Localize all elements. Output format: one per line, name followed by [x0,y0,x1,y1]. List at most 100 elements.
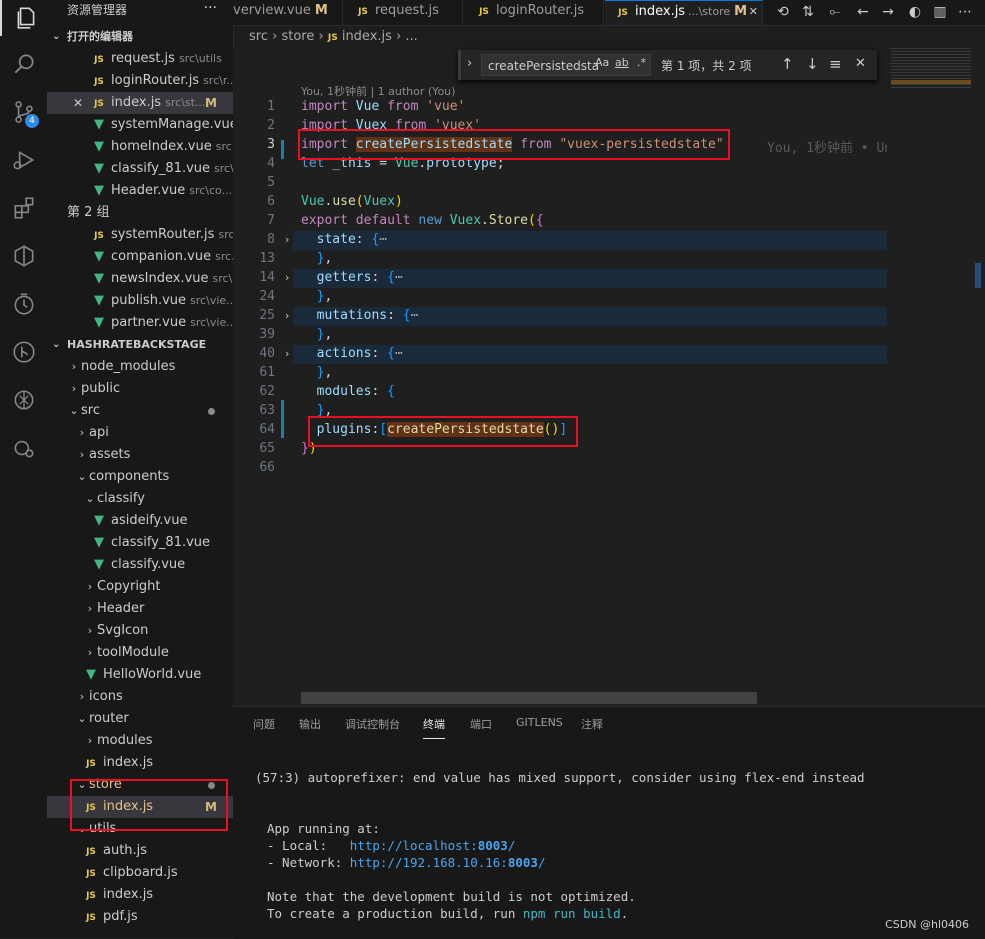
panel-tab[interactable]: 调试控制台 [345,716,400,738]
extensions-icon[interactable] [0,190,47,226]
line-number: 24 [259,289,275,304]
network-url-prefix: http://192.168.10.16: [349,855,508,870]
open-editor-item[interactable]: JS systemRouter.jssrc... [47,224,233,246]
line-number: 40 [259,346,275,361]
tab-loginrouter[interactable]: JS loginRouter.js [464,0,604,25]
open-changes-icon[interactable]: ⟜ [825,2,845,22]
regex-icon[interactable]: .* [637,56,646,69]
open-editor-item[interactable]: ▼ Header.vue src\co... [47,180,233,202]
panel-tab[interactable]: 问题 [253,716,275,738]
close-tab-icon[interactable]: ✕ [749,1,758,23]
tree-item[interactable]: JS clipboard.js [47,862,233,884]
source-control-icon[interactable]: 4 [0,94,47,130]
search-icon[interactable] [0,46,47,82]
tree-item[interactable]: › modules [47,730,233,752]
tab-request[interactable]: JS request.js [343,0,463,25]
open-editor-item[interactable]: JS loginRouter.js src\r... [47,70,233,92]
split-editor-icon[interactable]: ▥ [930,2,950,22]
open-editor-item[interactable]: ▼ homeIndex.vuesrc... [47,136,233,158]
open-editor-item[interactable]: ▼ publish.vue src\vie... [47,290,233,312]
minimap[interactable] [887,48,985,706]
tree-item[interactable]: ▼ HelloWorld.vue [47,664,233,686]
panel-tab[interactable]: 输出 [299,716,321,738]
tab-index-store[interactable]: JS index.js ...\store M ✕ [605,0,763,25]
file-path: src\... [212,272,234,285]
open-editor-item[interactable]: JS request.js src\utils [47,48,233,70]
editor-group-2-label: 第 2 组 [47,202,233,224]
gitlens-icon[interactable] [0,334,47,370]
horizontal-scrollbar[interactable] [301,692,757,704]
breadcrumb-store[interactable]: store [281,29,314,44]
fold-chevron-icon[interactable]: › [285,347,289,360]
docker-icon[interactable] [0,430,47,466]
local-url-link[interactable]: http://localhost:8003/ [350,838,516,853]
panel-tab[interactable]: 注释 [581,716,603,738]
find-in-selection-icon[interactable]: ≡ [829,55,842,73]
panel-tab[interactable]: 端口 [470,716,492,738]
close-find-icon[interactable]: ✕ [855,56,866,71]
tree-item[interactable]: ⌄ classify [47,488,233,510]
next-match-icon[interactable]: ↓ [806,55,819,73]
openai-icon[interactable] [0,382,47,418]
open-editor-item[interactable]: ▼ newsIndex.vuesrc\... [47,268,233,290]
previous-change-icon[interactable]: ← [853,2,873,22]
tree-item[interactable]: ⌄ components [47,466,233,488]
breadcrumb-file[interactable]: index.js [342,29,392,44]
run-debug-icon[interactable] [0,142,47,178]
open-editor-item[interactable]: ▼ companion.vuesrc... [47,246,233,268]
tree-item[interactable]: › Header [47,598,233,620]
code-editor[interactable]: You, 1秒钟前 | 1 author (You) 1 2 3 4 5 6 7 8 13 14 2… [233,48,985,706]
open-editor-item[interactable]: ✕ JS index.js src\st... M [47,92,233,114]
timeline-icon[interactable] [0,286,47,322]
match-case-icon[interactable]: Aa [595,56,609,69]
network-url-link[interactable]: http://192.168.10.16:8003/ [350,855,546,870]
tree-item[interactable]: ⌄ router [47,708,233,730]
breadcrumb-src[interactable]: src [249,29,268,44]
tree-item[interactable]: › api [47,422,233,444]
tree-item-name: Header [97,601,145,616]
blame-header[interactable]: You, 1秒钟前 | 1 author (You) [301,83,455,99]
panel-tab[interactable]: 终端 [423,716,445,739]
open-editor-item[interactable]: ▼ systemManage.vue... [47,114,233,136]
whole-word-icon[interactable]: ab [615,56,629,69]
close-editor-icon[interactable]: ✕ [73,92,83,114]
timeline-history-icon[interactable]: ⟲ [773,2,793,22]
fold-chevron-icon[interactable]: › [285,309,289,322]
tree-item[interactable]: ▼ classify.vue [47,554,233,576]
line-number: 14 [259,270,275,285]
tab-overview[interactable]: verview.vue M [233,0,343,25]
tree-item[interactable]: › icons [47,686,233,708]
next-change-icon[interactable]: → [878,2,898,22]
more-actions-icon[interactable]: ⋯ [955,2,975,22]
breadcrumb-symbol[interactable]: ... [405,29,417,44]
tree-item[interactable]: ▼ asideify.vue [47,510,233,532]
remote-explorer-icon[interactable] [0,238,47,274]
tree-item[interactable]: › public [47,378,233,400]
previous-match-icon[interactable]: ↑ [781,55,794,73]
tree-item[interactable]: › assets [47,444,233,466]
line-number: 39 [259,327,275,342]
toggle-replace-chevron-icon[interactable]: › [467,56,472,71]
open-editors-section[interactable]: ⌄ 打开的编辑器 [47,26,233,48]
tree-item[interactable]: JS auth.js [47,840,233,862]
tree-item[interactable]: › Copyright [47,576,233,598]
gitlens-inspect-icon[interactable]: ◐ [905,2,925,22]
tree-item[interactable]: › node_modules [47,356,233,378]
tree-item[interactable]: ▼ classify_81.vue [47,532,233,554]
tree-item[interactable]: › toolModule [47,642,233,664]
more-actions-icon[interactable]: ··· [204,0,217,18]
tree-item[interactable]: ⌄ src [47,400,233,422]
tree-item[interactable]: JS index.js [47,884,233,906]
project-section[interactable]: ⌄ HASHRATEBACKSTAGE [47,334,233,356]
tree-item[interactable]: › SvgIcon [47,620,233,642]
tree-item[interactable]: JS index.js [47,752,233,774]
explorer-icon[interactable] [0,0,49,36]
fold-chevron-icon[interactable]: › [285,271,289,284]
compare-changes-icon[interactable]: ⇅ [798,2,818,22]
open-editor-item[interactable]: ▼ partner.vue src\vie... [47,312,233,334]
chevron-down-icon: ⌄ [52,31,61,42]
fold-chevron-icon[interactable]: › [285,233,289,246]
tree-item[interactable]: JS pdf.js [47,906,233,928]
panel-tab[interactable]: GITLENS [516,716,563,738]
open-editor-item[interactable]: ▼ classify_81.vuesrc\c... [47,158,233,180]
